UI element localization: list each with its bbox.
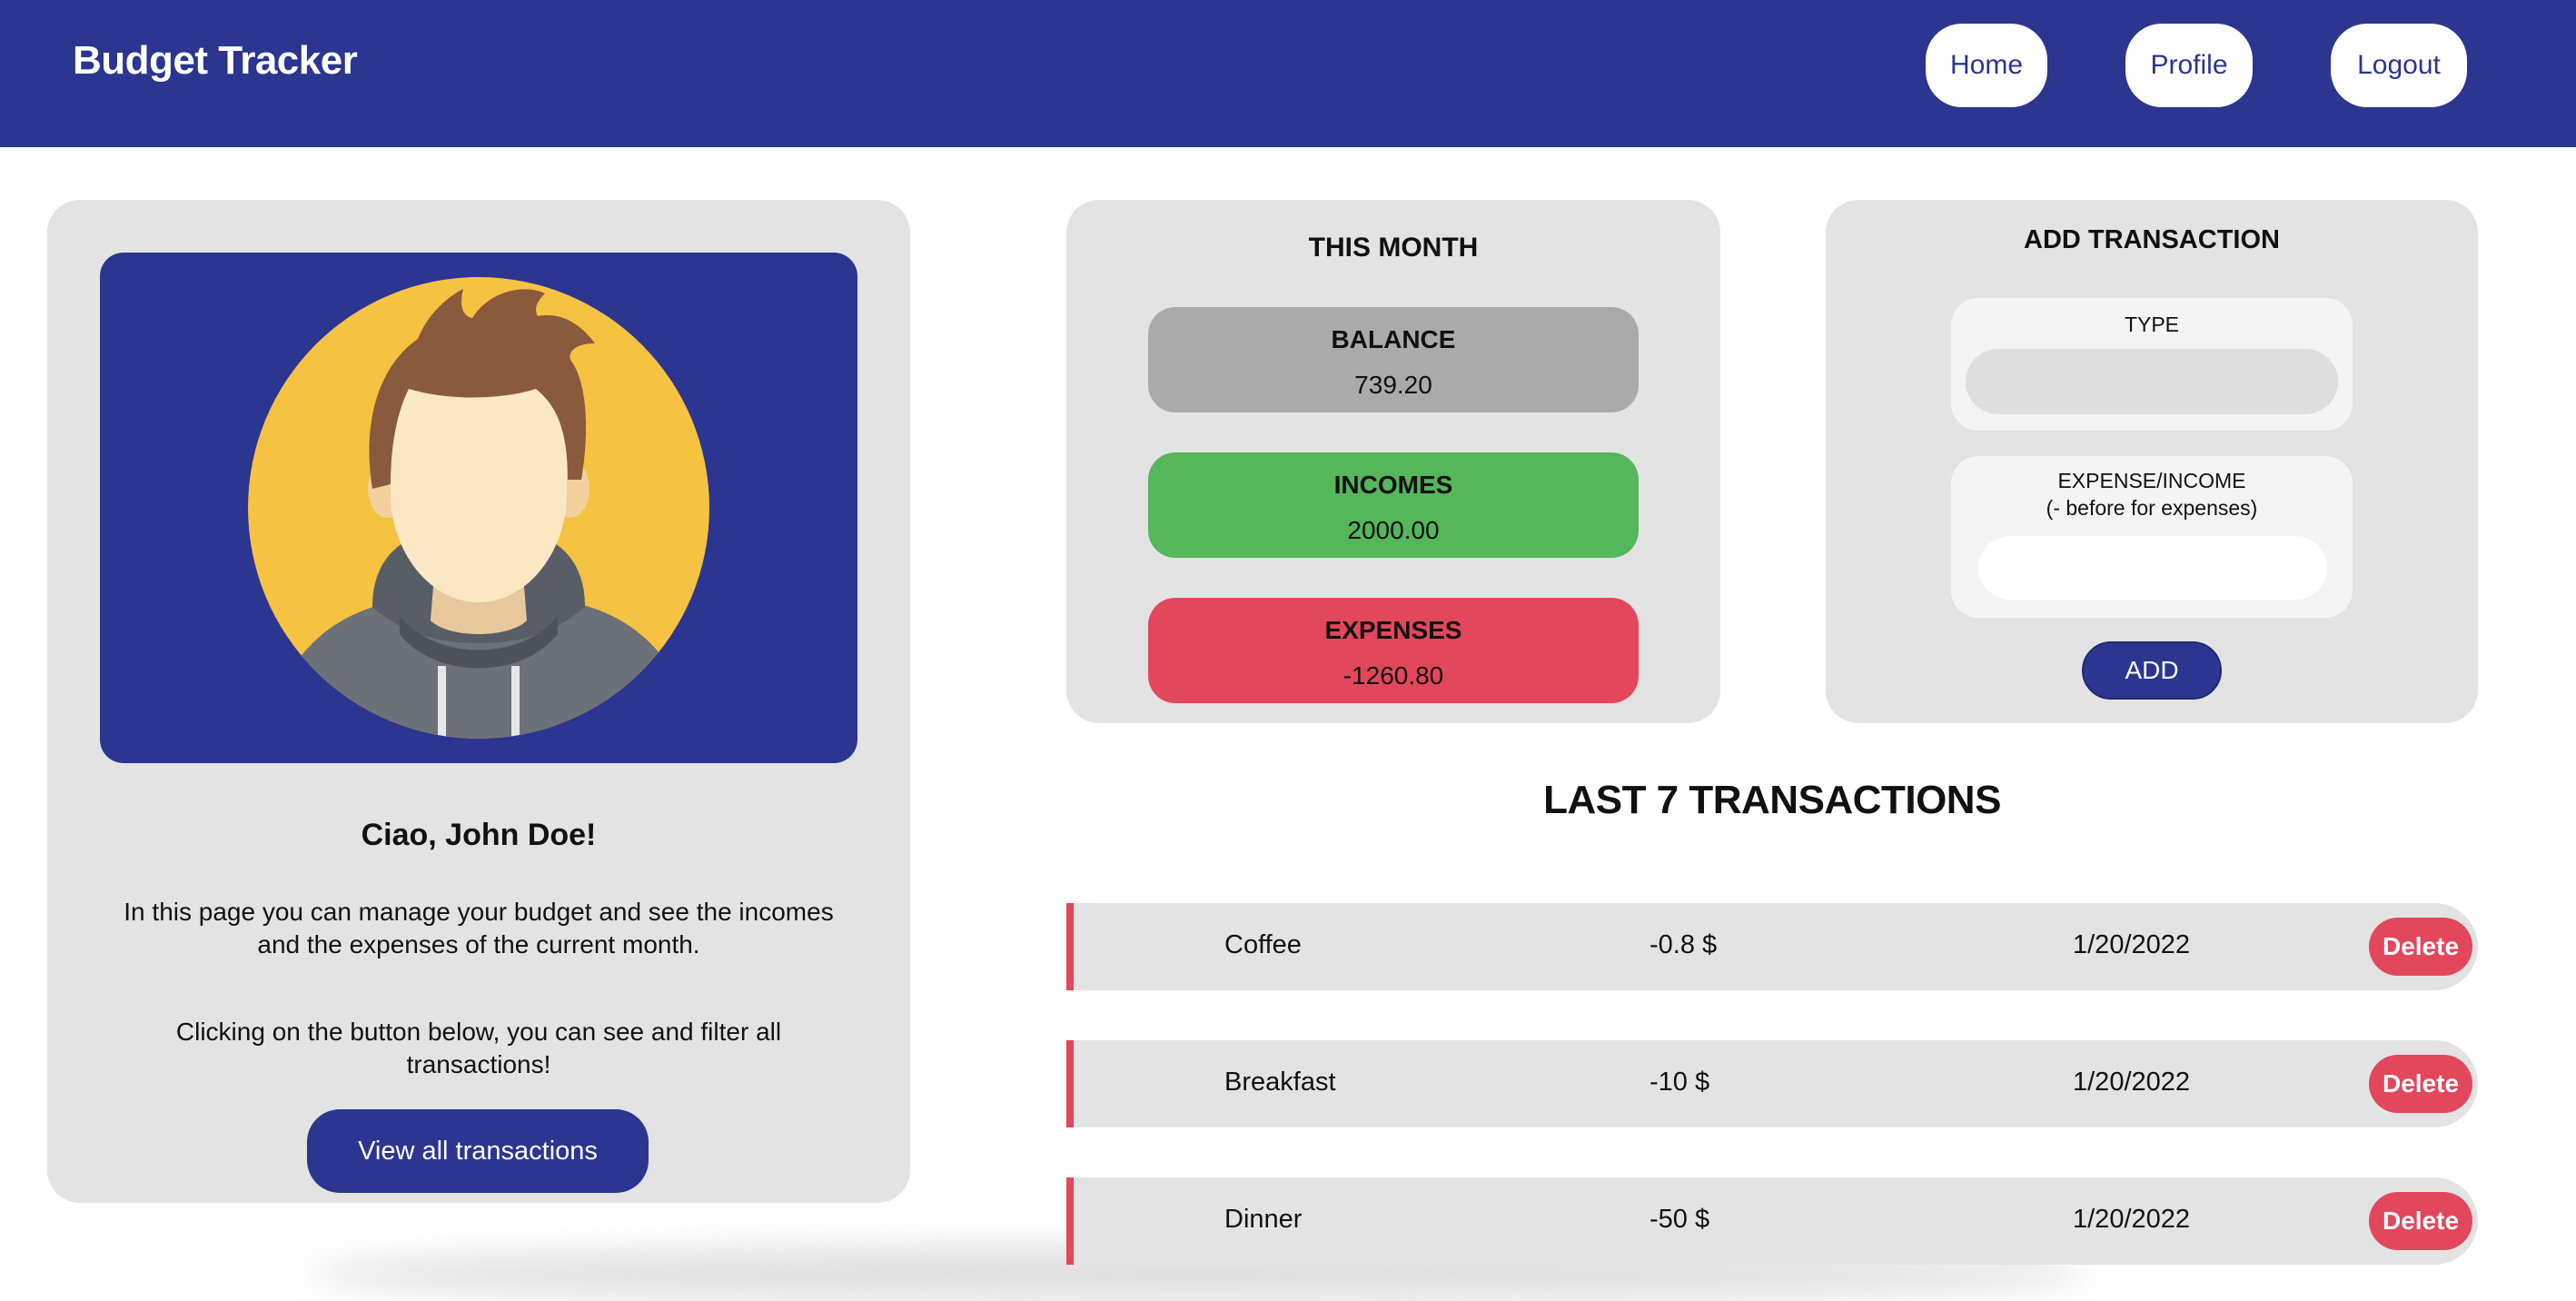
home-button[interactable]: Home: [1926, 24, 2047, 107]
transaction-date: 1/20/2022: [2073, 1205, 2191, 1234]
balance-box: BALANCE 739.20: [1148, 307, 1639, 412]
top-navbar: Budget Tracker Home Profile Logout: [0, 0, 2576, 147]
delete-button[interactable]: Delete: [2369, 1192, 2472, 1250]
transaction-name: Dinner: [1224, 1205, 1303, 1234]
transaction-amount: -0.8 $: [1650, 930, 1718, 959]
transaction-name: Coffee: [1224, 930, 1302, 959]
balance-label: BALANCE: [1331, 325, 1456, 353]
amount-hint: (- before for expenses): [2046, 496, 2258, 520]
type-field-group: TYPE: [1951, 298, 2353, 431]
user-avatar-icon: [248, 277, 709, 739]
transaction-date: 1/20/2022: [2073, 930, 2191, 959]
expenses-box: EXPENSES -1260.80: [1148, 598, 1639, 703]
logout-button[interactable]: Logout: [2331, 24, 2467, 107]
app-title: Budget Tracker: [73, 38, 358, 83]
transaction-amount: -50 $: [1650, 1205, 1710, 1234]
transaction-amount: -10 $: [1650, 1068, 1710, 1097]
profile-hint: Clicking on the button below, you can se…: [175, 1018, 782, 1078]
transactions-heading: LAST 7 TRANSACTIONS: [1543, 778, 2001, 822]
delete-button[interactable]: Delete: [2369, 1055, 2472, 1113]
profile-card: Ciao, John Doe! In this page you can man…: [47, 200, 910, 1203]
incomes-label: INCOMES: [1333, 471, 1453, 499]
add-button[interactable]: ADD: [2082, 641, 2222, 700]
profile-button[interactable]: Profile: [2125, 24, 2253, 107]
amount-label: EXPENSE/INCOME: [2057, 469, 2246, 492]
this-month-card: THIS MONTH BALANCE 739.20 INCOMES 2000.0…: [1066, 200, 1720, 723]
transaction-name: Breakfast: [1224, 1068, 1336, 1097]
greeting-heading: Ciao, John Doe!: [361, 818, 597, 852]
add-transaction-card: ADD TRANSACTION TYPE EXPENSE/INCOME (- b…: [1826, 200, 2478, 723]
add-transaction-title: ADD TRANSACTION: [2024, 225, 2280, 254]
expenses-label: EXPENSES: [1324, 616, 1462, 644]
transaction-row: Coffee -0.8 $ 1/20/2022 Delete: [1066, 903, 2478, 990]
delete-button[interactable]: Delete: [2369, 918, 2472, 976]
amount-field-group: EXPENSE/INCOME (- before for expenses): [1951, 456, 2353, 618]
transaction-date: 1/20/2022: [2073, 1068, 2191, 1097]
amount-input[interactable]: [1978, 536, 2327, 600]
expenses-value: -1260.80: [1342, 661, 1444, 690]
profile-description: In this page you can manage your budget …: [124, 898, 834, 958]
type-select[interactable]: [1966, 349, 2338, 414]
view-all-transactions-button[interactable]: View all transactions: [307, 1109, 649, 1193]
transaction-row: Breakfast -10 $ 1/20/2022 Delete: [1066, 1040, 2478, 1127]
incomes-box: INCOMES 2000.00: [1148, 452, 1639, 558]
balance-value: 739.20: [1354, 371, 1432, 399]
transaction-row: Dinner -50 $ 1/20/2022 Delete: [1066, 1177, 2478, 1265]
avatar: [100, 253, 857, 763]
this-month-title: THIS MONTH: [1308, 233, 1479, 263]
type-label: TYPE: [2124, 313, 2180, 336]
incomes-value: 2000.00: [1347, 516, 1440, 544]
